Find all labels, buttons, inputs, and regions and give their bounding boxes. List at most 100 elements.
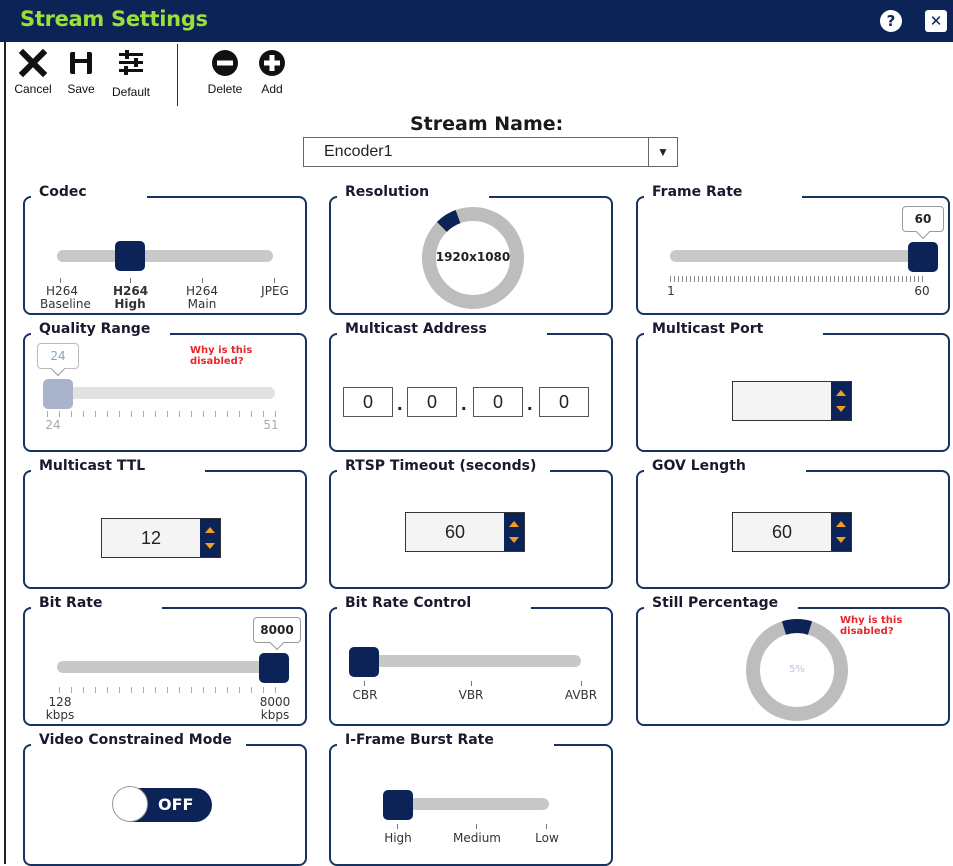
stepper-up-icon[interactable] (836, 521, 846, 527)
multicast-ttl-title: Multicast TTL (31, 456, 206, 476)
iframe-burst-rate-tick (397, 824, 398, 829)
frame-rate-slider-thumb[interactable] (908, 242, 938, 272)
gov-length-title: GOV Length (644, 456, 806, 476)
bit-rate-value-bubble: 8000 (253, 617, 301, 643)
stepper-down-icon[interactable] (836, 537, 846, 543)
dropdown-arrow-icon[interactable]: ▼ (648, 138, 677, 166)
floppy-disk-icon (64, 48, 98, 80)
resolution-ring-marker (436, 210, 461, 233)
iframe-burst-rate-option-low[interactable]: Low (531, 832, 563, 845)
stream-name-label: Stream Name: (410, 113, 564, 135)
x-icon (10, 48, 56, 80)
gov-length-stepper[interactable]: 60 (732, 512, 852, 552)
octet-separator: . (397, 393, 403, 415)
iframe-burst-rate-slider-thumb[interactable] (383, 790, 413, 820)
bit-rate-slider-track[interactable] (57, 661, 279, 673)
bit-rate-min: 128 kbps (45, 695, 75, 722)
bit-rate-control-option-cbr[interactable]: CBR (349, 689, 381, 702)
stepper-up-icon[interactable] (836, 390, 846, 396)
bit-rate-control-option-avbr[interactable]: AVBR (561, 689, 601, 702)
iframe-burst-rate-title: I-Frame Burst Rate (337, 730, 554, 750)
stepper-down-icon[interactable] (836, 406, 846, 412)
stepper-down-icon[interactable] (509, 537, 519, 543)
bit-rate-control-tick (471, 681, 472, 686)
gov-length-value[interactable]: 60 (733, 513, 831, 551)
quality-range-title: Quality Range (31, 319, 171, 339)
toolbar-divider (177, 44, 178, 106)
bit-rate-panel: Bit Rate 8000 128 kbps 8000 kbps (23, 593, 307, 726)
stream-name-value: Encoder1 (324, 143, 393, 160)
bit-rate-control-title: Bit Rate Control (337, 593, 532, 613)
multicast-port-value[interactable] (733, 382, 831, 420)
toggle-state-label: OFF (158, 795, 194, 814)
multicast-octet-2[interactable]: 0 (407, 387, 457, 417)
codec-tick (130, 278, 131, 283)
help-icon[interactable]: ? (880, 10, 902, 32)
stream-name-select[interactable]: Encoder1 ▼ (303, 137, 678, 167)
rtsp-timeout-stepper[interactable]: 60 (405, 512, 525, 552)
save-button[interactable]: Save (64, 48, 98, 96)
gov-length-panel: GOV Length 60 (636, 456, 950, 589)
video-constrained-mode-title: Video Constrained Mode (31, 730, 246, 750)
multicast-address-title: Multicast Address (337, 319, 547, 339)
quality-range-slider-track (43, 387, 275, 399)
iframe-burst-rate-option-medium[interactable]: Medium (453, 832, 501, 845)
bit-rate-control-slider-track[interactable] (351, 655, 581, 667)
multicast-ttl-stepper[interactable]: 12 (101, 518, 221, 558)
iframe-burst-rate-tick (476, 824, 477, 829)
stepper-down-icon[interactable] (205, 543, 215, 549)
frame-rate-panel: Frame Rate 60 1 60 (636, 182, 950, 315)
frame-rate-max: 60 (914, 284, 930, 298)
resolution-title: Resolution (337, 182, 490, 202)
codec-option-jpeg[interactable]: JPEG (257, 285, 293, 298)
bit-rate-control-tick (364, 681, 365, 686)
frame-rate-min: 1 (667, 284, 675, 298)
multicast-octet-3[interactable]: 0 (473, 387, 523, 417)
quality-range-panel: Quality Range Why is this disabled? 24 2… (23, 319, 307, 452)
quality-range-value-bubble: 24 (37, 343, 79, 369)
frame-rate-title: Frame Rate (644, 182, 803, 202)
still-percentage-panel: Still Percentage Why is this disabled? 5… (636, 593, 950, 726)
multicast-octet-1[interactable]: 0 (343, 387, 393, 417)
add-button[interactable]: Add (254, 48, 290, 96)
bit-rate-max: 8000 kbps (259, 695, 291, 722)
multicast-ttl-value[interactable]: 12 (102, 519, 200, 557)
stepper-up-icon[interactable] (205, 527, 215, 533)
video-constrained-mode-toggle[interactable]: OFF (112, 786, 212, 822)
window-title: Stream Settings (20, 7, 208, 31)
quality-range-ticks (47, 411, 277, 417)
default-button[interactable]: Default (104, 48, 158, 99)
iframe-burst-rate-option-high[interactable]: High (381, 832, 415, 845)
close-icon[interactable]: ✕ (925, 10, 947, 32)
bit-rate-slider-thumb[interactable] (259, 653, 289, 683)
frame-rate-slider-track[interactable] (670, 250, 928, 262)
multicast-octet-4[interactable]: 0 (539, 387, 589, 417)
resolution-panel: Resolution 1920x1080 (329, 182, 613, 315)
rtsp-timeout-panel: RTSP Timeout (seconds) 60 (329, 456, 613, 589)
quality-range-min: 24 (45, 418, 61, 432)
stepper-up-icon[interactable] (509, 521, 519, 527)
frame-rate-value-bubble: 60 (902, 206, 944, 232)
still-percentage-value: 5% (789, 664, 805, 675)
multicast-address-panel: Multicast Address 0 . 0 . 0 . 0 (329, 319, 613, 452)
quality-range-disabled-warning[interactable]: Why is this disabled? (190, 345, 305, 367)
bit-rate-control-slider-thumb[interactable] (349, 647, 379, 677)
codec-slider-thumb[interactable] (115, 241, 145, 271)
codec-option-baseline[interactable]: H264 Baseline (40, 285, 91, 311)
codec-option-main[interactable]: H264 Main (183, 285, 221, 311)
codec-tick (202, 278, 203, 283)
rtsp-timeout-value[interactable]: 60 (406, 513, 504, 551)
still-percentage-disabled-warning[interactable]: Why is this disabled? (840, 615, 948, 637)
multicast-port-stepper[interactable] (732, 381, 852, 421)
cancel-button[interactable]: Cancel (10, 48, 56, 96)
delete-button[interactable]: Delete (203, 48, 247, 96)
toggle-knob[interactable] (112, 786, 148, 822)
resolution-value: 1920x1080 (435, 250, 511, 264)
codec-tick (60, 278, 61, 283)
codec-title: Codec (31, 182, 147, 202)
bit-rate-control-option-vbr[interactable]: VBR (455, 689, 487, 702)
codec-slider-track[interactable] (57, 250, 273, 262)
bit-rate-ticks (59, 687, 281, 693)
codec-option-high[interactable]: H264 High (113, 285, 148, 311)
quality-range-max: 51 (263, 418, 279, 432)
